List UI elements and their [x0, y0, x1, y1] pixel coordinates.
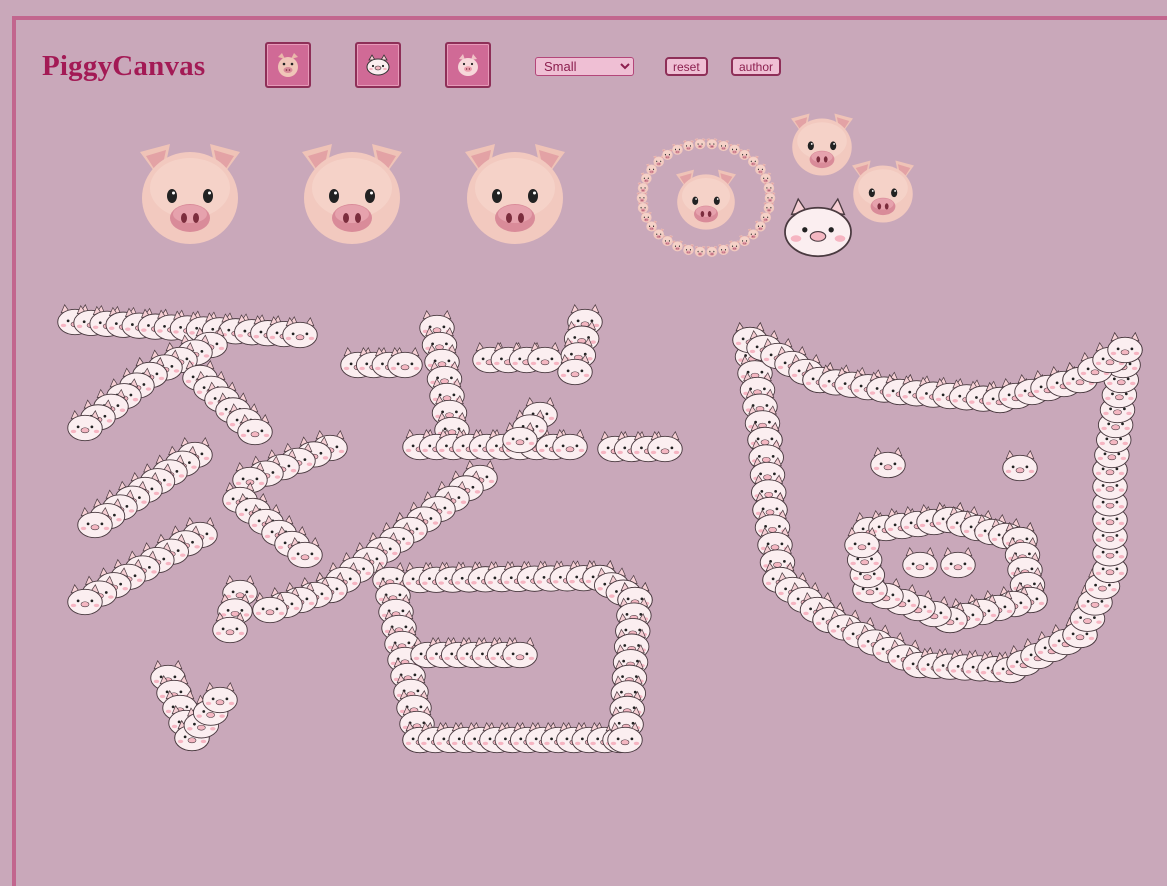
pig-stamp-tiny [671, 143, 683, 155]
pig-stamp-tiny [760, 211, 772, 223]
pig-stamp-small [844, 527, 880, 559]
pig-stamp-small [67, 410, 103, 442]
pig-stamp-small [252, 592, 288, 624]
pig-stamp-tiny [718, 243, 730, 255]
pig-stamp-small [77, 507, 113, 539]
pig-stamp-small [607, 722, 643, 754]
pig-stamp-tiny [763, 201, 775, 213]
pig-stamp-tiny [763, 182, 775, 194]
pig-stamp-tiny [682, 140, 694, 152]
pig-stamp-small [557, 354, 593, 386]
pig-stamp-tiny [637, 182, 649, 194]
pig-stamp-tiny [729, 143, 741, 155]
pig-stamp-medium [852, 160, 914, 223]
pig-stamp-tiny [682, 243, 694, 255]
pig-stamp-cartoon-large [783, 197, 853, 258]
pig-stamp-small [870, 447, 906, 479]
pig-stamp-tiny [637, 201, 649, 213]
pig-stamp-medium [791, 113, 853, 176]
pig-stamp-tiny [636, 192, 648, 204]
pig-stamp-small [387, 347, 423, 379]
pig-stamp-tiny [739, 148, 751, 160]
pig-stamp-small [282, 317, 318, 349]
pig-stamp-tiny [760, 172, 772, 184]
pig-stamp-tiny [694, 245, 706, 257]
pig-stamp-small [212, 612, 248, 644]
pig-stamp-small [647, 431, 683, 463]
drawing-canvas[interactable] [0, 0, 1167, 875]
pig-stamp-small [502, 637, 538, 669]
pig-stamp-small [552, 429, 588, 461]
pig-stamp-large [302, 144, 402, 244]
pig-stamp-small [527, 342, 563, 374]
pig-stamp-medium [676, 169, 736, 230]
pig-stamp-tiny [747, 228, 759, 240]
pig-stamp-tiny [718, 140, 730, 152]
pig-stamp-tiny [706, 138, 718, 150]
pig-stamp-small [902, 547, 938, 579]
pig-stamp-tiny [729, 240, 741, 252]
pig-stamp-tiny [661, 148, 673, 160]
pig-stamp-small [502, 422, 538, 454]
pig-stamp-tiny [671, 240, 683, 252]
pig-stamp-tiny [754, 163, 766, 175]
pig-stamp-tiny [706, 245, 718, 257]
pig-stamp-small [940, 547, 976, 579]
pig-stamp-small [287, 537, 323, 569]
pig-stamp-tiny [640, 211, 652, 223]
pig-stamp-large [140, 144, 240, 244]
pig-stamp-small [1002, 450, 1038, 482]
pig-stamp-small [1107, 332, 1143, 364]
pig-stamp-tiny [694, 138, 706, 150]
pig-stamp-tiny [661, 235, 673, 247]
pig-stamp-small [67, 584, 103, 616]
pig-stamp-tiny [739, 235, 751, 247]
pig-stamp-small [202, 682, 238, 714]
pig-stamp-tiny [653, 155, 665, 167]
pig-stamp-tiny [764, 192, 776, 204]
pig-stamp-small [237, 414, 273, 446]
pig-stamp-large [465, 144, 565, 244]
